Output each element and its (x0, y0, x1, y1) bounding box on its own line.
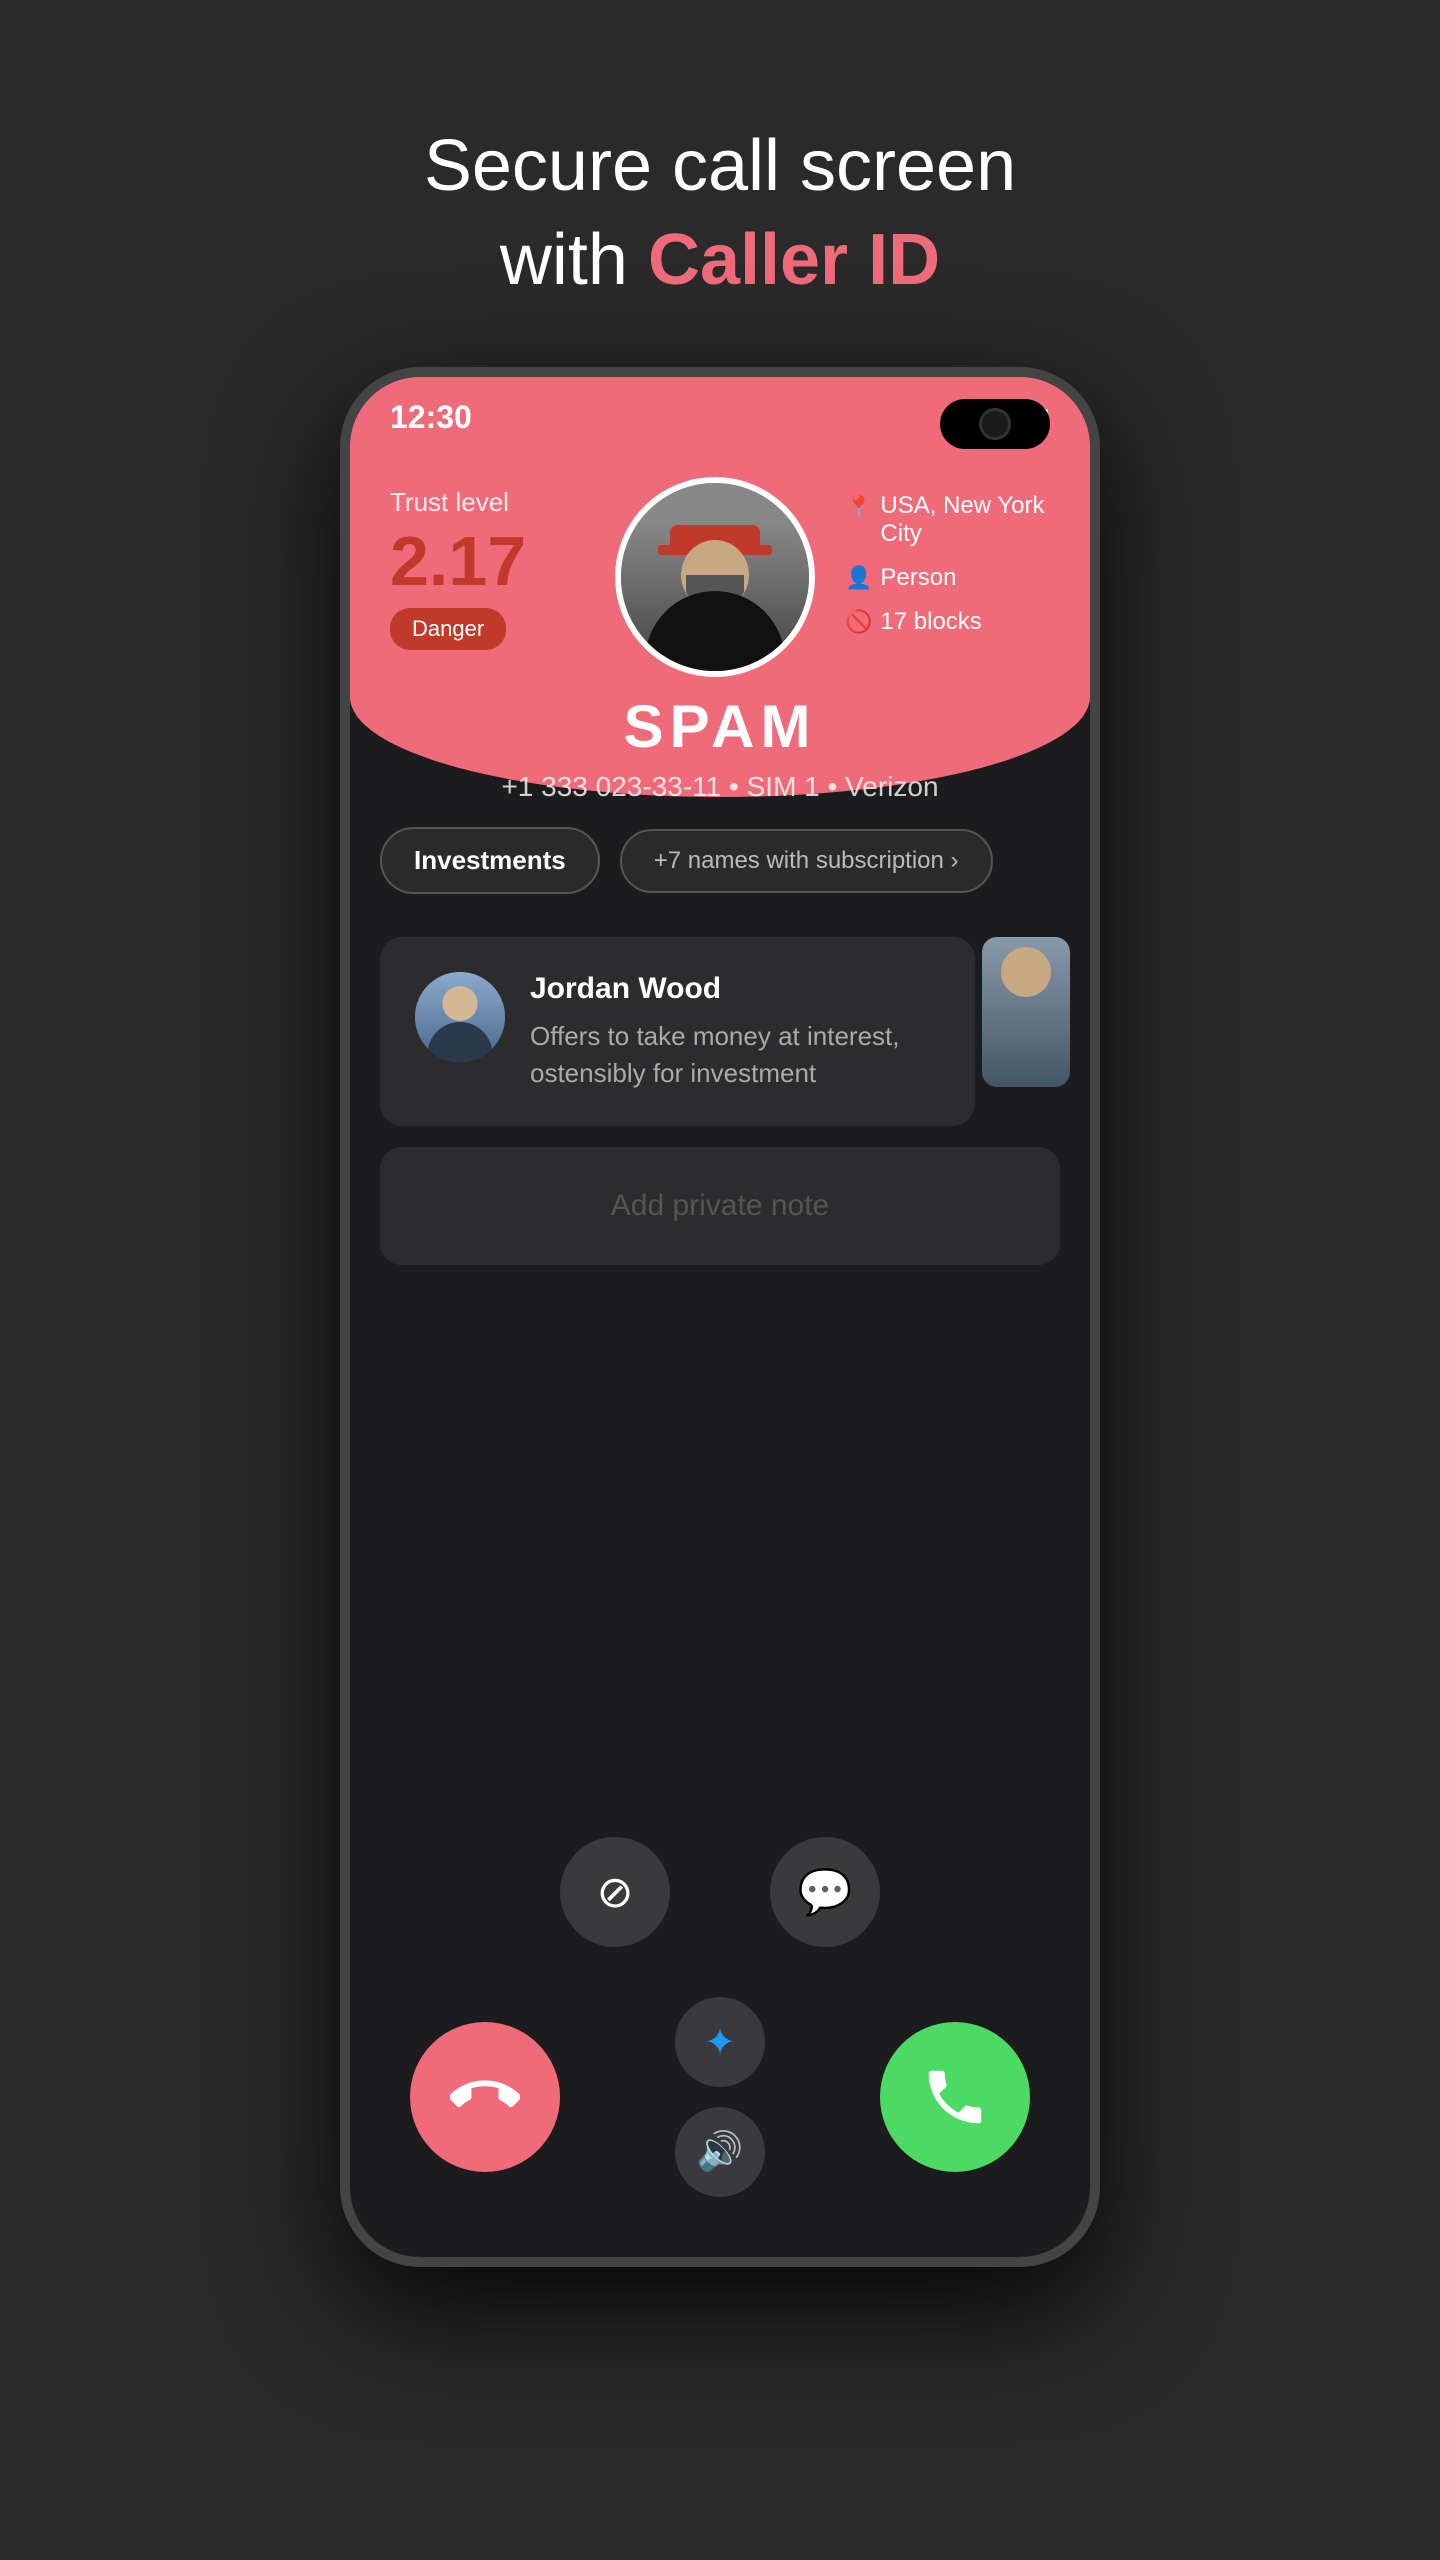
caller-name-section: SPAM +1 333 023-33-11 • SIM 1 • Verizon (350, 692, 1090, 803)
accept-button[interactable] (880, 2022, 1030, 2172)
decline-phone-icon (450, 2062, 520, 2132)
type-row: 👤 Person (845, 564, 1050, 592)
title-line1: Secure call screen (424, 126, 1016, 206)
camera-lens (979, 408, 1011, 440)
message-icon: 💬 (798, 1866, 853, 1918)
location-text: USA, New York City (880, 492, 1050, 548)
speaker-icon: 🔊 (696, 2130, 743, 2174)
blocks-row: 🚫 17 blocks (845, 608, 1050, 636)
info-card: Jordan Wood Offers to take money at inte… (380, 937, 975, 1126)
separator1: • (729, 771, 747, 802)
bluetooth-button[interactable]: ✦ (675, 1997, 765, 2087)
sub-buttons-center: ✦ 🔊 (675, 1997, 765, 2197)
caller-number-line: +1 333 023-33-11 • SIM 1 • Verizon (350, 771, 1090, 803)
action-buttons-area: ⊘ 💬 ✦ 🔊 (350, 1837, 1090, 2197)
blocks-text: 17 blocks (880, 608, 981, 636)
caller-info-row: Trust level 2.17 Danger (350, 477, 1090, 677)
tags-row: Investments +7 names with subscription › (380, 827, 1060, 894)
page-title: Secure call screen with Caller ID (424, 120, 1016, 307)
status-time: 12:30 (390, 399, 472, 436)
speaker-button[interactable]: 🔊 (675, 2107, 765, 2197)
avatar-ring (615, 477, 815, 677)
add-note-field[interactable]: Add private note (380, 1147, 1060, 1265)
block-icon: ⊘ (597, 1867, 634, 1918)
title-highlight: Caller ID (648, 220, 940, 300)
reporter-name: Jordan Wood (530, 972, 940, 1006)
camera-notch (940, 399, 1050, 449)
caller-name: SPAM (350, 692, 1090, 761)
bluetooth-icon: ✦ (704, 2020, 736, 2065)
category-tag-label: Investments (414, 845, 566, 875)
avatar-body (645, 591, 785, 671)
separator2: • (828, 771, 846, 802)
trust-label: Trust level (390, 487, 595, 518)
danger-badge: Danger (390, 608, 506, 650)
phone-frame: 12:30 ▾ ◂ ▮ Trust level 2.17 Danger (340, 367, 1100, 2267)
type-text: Person (880, 564, 956, 592)
caller-number: +1 333 023-33-11 (501, 771, 721, 802)
message-button[interactable]: 💬 (770, 1837, 880, 1947)
caller-details-right: 📍 USA, New York City 👤 Person 🚫 17 block… (835, 477, 1050, 636)
accept-phone-icon (920, 2062, 990, 2132)
avatar-bg-layer (621, 483, 809, 671)
person-icon: 👤 (845, 565, 872, 591)
subscription-tag-label: +7 names with subscription › (654, 847, 959, 875)
subscription-tag[interactable]: +7 names with subscription › (620, 829, 993, 893)
category-tag[interactable]: Investments (380, 827, 600, 894)
bottom-action-buttons: ✦ 🔊 (350, 1997, 1090, 2197)
trust-number: 2.17 (390, 526, 595, 596)
add-note-text: Add private note (611, 1189, 829, 1222)
caller-sim: SIM 1 (747, 771, 820, 802)
title-prefix: with (500, 220, 648, 300)
second-avatar-inner (982, 937, 1070, 1087)
block-icon: 🚫 (845, 609, 872, 635)
reporter-avatar (415, 972, 505, 1062)
title-with-prefix: with Caller ID (500, 220, 940, 300)
trust-level-block: Trust level 2.17 Danger (390, 477, 595, 650)
page-title-container: Secure call screen with Caller ID (424, 120, 1016, 307)
location-row: 📍 USA, New York City (845, 492, 1050, 548)
block-button[interactable]: ⊘ (560, 1837, 670, 1947)
danger-label: Danger (412, 616, 484, 641)
second-avatar-partial (982, 937, 1070, 1087)
caller-carrier: Verizon (845, 771, 938, 802)
reporter-text: Offers to take money at interest, ostens… (530, 1018, 940, 1091)
info-card-content: Jordan Wood Offers to take money at inte… (530, 972, 940, 1091)
decline-button[interactable] (410, 2022, 560, 2172)
top-action-buttons: ⊘ 💬 (350, 1837, 1090, 1947)
location-icon: 📍 (845, 494, 872, 520)
caller-avatar-container (615, 477, 815, 677)
